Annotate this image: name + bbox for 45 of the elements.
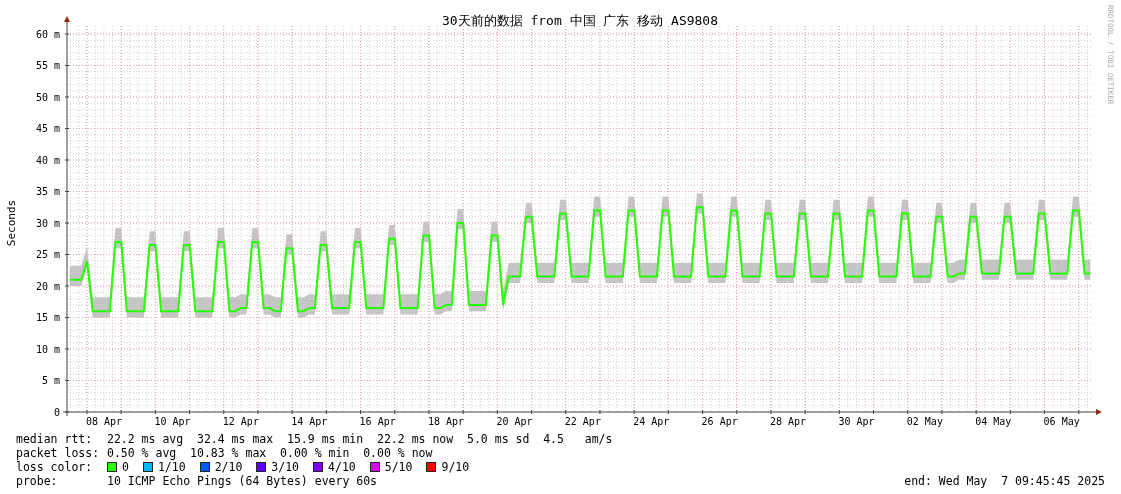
x-tick-label: 26 Apr bbox=[701, 416, 738, 427]
legend-label: 1/10 bbox=[157, 460, 186, 474]
y-tick-label: 30 m bbox=[35, 217, 60, 229]
x-tick-label: 30 Apr bbox=[838, 416, 875, 427]
x-tick-label: 22 Apr bbox=[564, 416, 601, 427]
y-tick-label: 35 m bbox=[35, 186, 60, 197]
legend-label: 3/10 bbox=[271, 460, 300, 474]
legend-label: 5/10 bbox=[384, 460, 413, 474]
y-tick-label: 0 bbox=[53, 406, 60, 418]
chart-title: 30天前的数据 from 中国 广东 移动 AS9808 bbox=[441, 13, 719, 28]
x-tick-label: 28 Apr bbox=[770, 416, 807, 427]
legend-label: median rtt: bbox=[16, 432, 94, 446]
y-tick-label: 50 m bbox=[35, 91, 60, 103]
y-tick-label: 60 m bbox=[35, 28, 60, 40]
legend-label: 0 bbox=[122, 460, 129, 474]
x-tick-label: 16 Apr bbox=[359, 416, 396, 427]
legend-label: 9/10 bbox=[441, 460, 470, 474]
x-tick-label: 10 Apr bbox=[154, 416, 191, 427]
y-tick-label: 45 m bbox=[35, 123, 60, 134]
x-tick-label: 04 May bbox=[975, 416, 1012, 427]
x-tick-label: 18 Apr bbox=[428, 416, 465, 427]
x-tick-label: 12 Apr bbox=[222, 416, 259, 427]
axis-label: Seconds bbox=[5, 199, 18, 247]
x-tick-label: 08 Apr bbox=[86, 416, 123, 427]
x-tick-label: 06 May bbox=[1043, 416, 1080, 427]
x-tick-label: 24 Apr bbox=[633, 416, 670, 427]
y-tick-label: 40 m bbox=[35, 154, 60, 166]
legend-label: probe: bbox=[16, 474, 59, 488]
y-tick-label: 5 m bbox=[41, 375, 60, 386]
end-time-text: end: Wed May 7 09:45:45 2025 bbox=[904, 474, 1105, 488]
y-tick-label: 10 m bbox=[35, 343, 60, 355]
stats-text: 22.2 ms avg 32.4 ms max 15.9 ms min 22.2 ms now 5.0 ms sd 4.5 am/s bbox=[107, 432, 613, 446]
y-tick-label: 15 m bbox=[35, 312, 60, 323]
y-tick-label: 55 m bbox=[35, 60, 60, 71]
probe-text: 10 ICMP Echo Pings (64 Bytes) every 60s bbox=[107, 474, 378, 488]
y-tick-label: 25 m bbox=[35, 249, 60, 260]
x-tick-label: 14 Apr bbox=[291, 416, 328, 427]
y-tick-label: 20 m bbox=[35, 280, 60, 292]
legend-label: packet loss: bbox=[16, 446, 101, 460]
stats-text: 0.50 % avg 10.83 % max 0.00 % min 0.00 % now bbox=[107, 446, 433, 460]
legend-label: 4/10 bbox=[328, 460, 356, 474]
x-tick-label: 02 May bbox=[906, 416, 943, 427]
x-tick-label: 20 Apr bbox=[496, 416, 533, 427]
legend-label: 2/10 bbox=[214, 460, 243, 474]
legend-label: loss color: bbox=[16, 460, 94, 474]
